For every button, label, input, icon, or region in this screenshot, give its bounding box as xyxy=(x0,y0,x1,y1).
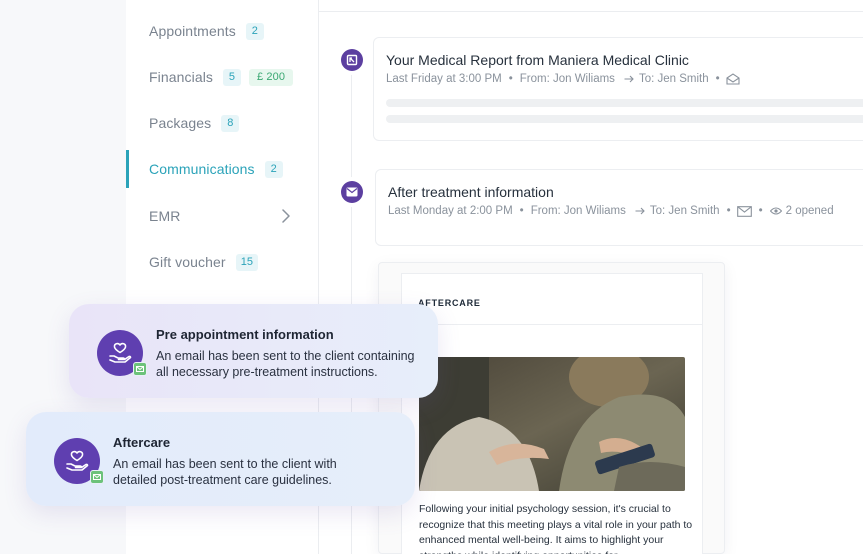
timeline-entry[interactable]: After treatment information Last Monday … xyxy=(375,169,863,246)
envelope-icon xyxy=(341,181,363,203)
toast-title: Pre appointment information xyxy=(156,327,334,342)
count-badge: 8 xyxy=(221,114,240,132)
toast-message: An email has been sent to the client wit… xyxy=(113,457,337,487)
content-placeholder xyxy=(386,115,863,123)
chevron-right-icon xyxy=(282,209,290,223)
sidebar-item-label: Appointments xyxy=(149,23,236,39)
notification-toast[interactable]: Aftercare An email has been sent to the … xyxy=(26,412,415,506)
entry-meta: Last Friday at 3:00 PM • From: Jon Wilia… xyxy=(386,73,740,85)
email-preview: AFTERCARE Following your initial psychol… xyxy=(378,262,725,554)
toast-message: An email has been sent to the client con… xyxy=(156,349,415,379)
sidebar-item-financials[interactable]: Financials 5 £ 200 xyxy=(126,58,318,96)
opened-count: 2 opened xyxy=(785,205,834,217)
sidebar-item-label: Financials xyxy=(149,69,214,85)
open-envelope-icon xyxy=(726,73,740,85)
entry-meta: Last Monday at 2:00 PM • From: Jon Wilia… xyxy=(388,205,834,217)
entry-to: To: Jen Smith xyxy=(638,73,709,85)
arrow-right-icon xyxy=(624,75,634,83)
envelope-icon xyxy=(736,205,752,217)
email-status-icon xyxy=(133,362,147,376)
entry-time: Last Monday at 2:00 PM xyxy=(388,205,513,217)
entry-from: From: Jon Wiliams xyxy=(519,73,615,85)
entry-to: To: Jen Smith xyxy=(649,205,720,217)
sidebar-item-appointments[interactable]: Appointments 2 xyxy=(126,12,318,50)
sidebar-item-label: EMR xyxy=(149,208,181,224)
sidebar-item-label: Packages xyxy=(149,115,212,131)
sidebar-item-communications[interactable]: Communications 2 xyxy=(126,150,318,188)
toast-title: Aftercare xyxy=(113,435,171,450)
sidebar-item-emr[interactable]: EMR xyxy=(126,197,318,235)
count-badge: 2 xyxy=(245,22,264,40)
content-placeholder xyxy=(386,99,863,107)
count-badge: 5 xyxy=(223,68,242,86)
sidebar-item-gift-voucher[interactable]: Gift voucher 15 xyxy=(126,243,318,281)
sidebar-item-packages[interactable]: Packages 8 xyxy=(126,104,318,142)
email-body: Following your initial psychology sessio… xyxy=(419,503,693,554)
entry-title: Your Medical Report from Maniera Medical… xyxy=(386,52,689,68)
divider xyxy=(319,11,863,12)
sidebar-item-label: Communications xyxy=(149,161,255,177)
entry-from: From: Jon Wiliams xyxy=(530,205,626,217)
count-badge: 2 xyxy=(264,160,283,178)
timeline-entry[interactable]: Your Medical Report from Maniera Medical… xyxy=(373,37,863,141)
eye-icon xyxy=(769,207,782,215)
amount-badge: £ 200 xyxy=(249,68,294,86)
arrow-right-icon xyxy=(635,207,645,215)
count-badge: 15 xyxy=(235,253,259,271)
email-content: AFTERCARE Following your initial psychol… xyxy=(401,273,703,554)
email-status-icon xyxy=(90,470,104,484)
sidebar-item-label: Gift voucher xyxy=(149,254,226,270)
divider xyxy=(402,324,702,325)
entry-title: After treatment information xyxy=(388,184,554,200)
consultation-photo xyxy=(419,357,685,491)
entry-time: Last Friday at 3:00 PM xyxy=(386,73,502,85)
notification-toast[interactable]: Pre appointment information An email has… xyxy=(69,304,438,398)
report-icon xyxy=(341,49,363,71)
